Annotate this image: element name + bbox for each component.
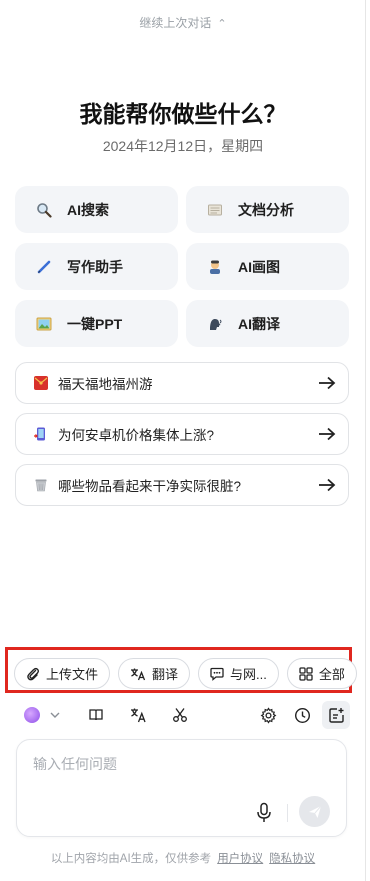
send-button[interactable] [299,796,330,827]
quick-label: 一键PPT [67,315,123,332]
chevron-down-icon [50,712,60,718]
disclaimer-text: 以上内容均由AI生成，仅供参考 [50,853,212,865]
quick-label: 文档分析 [238,201,294,218]
quick-doc-analysis[interactable]: 文档分析 [186,186,349,233]
picture-icon [35,315,53,333]
suggestion-label: 哪些物品看起来干净实际很脏? [58,479,242,494]
suggestion-label: 福天福地福州游 [58,377,153,392]
reader-icon[interactable] [82,701,110,729]
question-input[interactable] [33,754,323,794]
new-chat-icon[interactable] [322,701,350,729]
quick-label: AI画图 [238,258,280,275]
upload-file-button[interactable]: 上传文件 [14,658,111,689]
pen-icon [35,258,53,276]
send-icon [308,805,321,818]
chevron-double-up-icon: ⌃ [217,18,227,30]
page-title: 我能帮你做些什么？ [79,101,287,127]
magnifier-icon [35,201,53,219]
chip-label: 翻译 [152,667,179,682]
suggestion-item[interactable]: 为何安卓机价格集体上涨? [15,413,349,455]
document-icon [206,201,224,219]
model-avatar-icon [24,707,40,723]
arrow-right-icon [319,376,336,390]
quick-label: AI翻译 [238,315,280,332]
scissors-icon[interactable] [166,701,194,729]
suggestion-item[interactable]: 福天福地福州游 [15,362,349,404]
chat-input-box [16,739,347,837]
input-toolbar [16,700,350,730]
chat-icon [210,667,224,681]
translate-button[interactable]: 翻译 [118,658,191,689]
arrow-right-icon [319,427,336,441]
quick-ai-translate[interactable]: AI翻译 [186,300,349,347]
quick-ai-search[interactable]: AI搜索 [15,186,178,233]
phone-icon [34,427,48,441]
continue-last-chat[interactable]: 继续上次对话 ⌃ [0,14,366,31]
assistant-panel: 继续上次对话 ⌃ 我能帮你做些什么？ 2024年12月12日，星期四 AI搜索 文… [0,0,366,881]
quick-ai-drawing[interactable]: AI画图 [186,243,349,290]
quick-one-click-ppt[interactable]: 一键PPT [15,300,178,347]
microphone-icon[interactable] [254,802,274,824]
user-agreement-link[interactable]: 用户协议 [217,853,263,865]
gear-icon[interactable] [254,701,282,729]
speaking-head-icon [206,315,224,333]
footer: 以上内容均由AI生成，仅供参考 用户协议 隐私协议 [0,850,366,866]
chip-label: 上传文件 [46,667,99,682]
chat-with-web-button[interactable]: 与网... [198,658,279,689]
input-divider [287,804,288,822]
continue-label: 继续上次对话 [139,16,212,30]
suggestion-list: 福天福地福州游 为何安卓机价格集体上涨? 哪些物品看起来干净实际很脏? [15,362,349,515]
privacy-policy-link[interactable]: 隐私协议 [269,853,315,865]
chip-label: 与网... [230,667,267,682]
history-clock-icon[interactable] [288,701,316,729]
grid-icon [299,666,313,681]
all-tools-button[interactable]: 全部 [286,658,357,689]
translate-icon [131,668,146,680]
red-envelope-icon [34,376,48,390]
chip-label: 全部 [318,667,345,682]
translate-tool-icon[interactable] [124,701,152,729]
suggestion-label: 为何安卓机价格集体上涨? [58,428,215,443]
trash-bin-icon [34,478,48,492]
model-selector[interactable] [16,701,68,729]
quick-writing[interactable]: 写作助手 [15,243,178,290]
quick-actions: AI搜索 文档分析 写作助手 AI画图 一键PPT AI翻译 [15,186,349,347]
arrow-right-icon [319,478,336,492]
paperclip-icon [27,667,40,680]
action-chips: 上传文件 翻译 与网... 全部 [14,658,357,689]
suggestion-item[interactable]: 哪些物品看起来干净实际很脏? [15,464,349,506]
quick-label: AI搜索 [67,201,109,218]
date-label: 2024年12月12日，星期四 [102,138,264,154]
quick-label: 写作助手 [67,258,123,275]
artist-icon [206,258,224,276]
